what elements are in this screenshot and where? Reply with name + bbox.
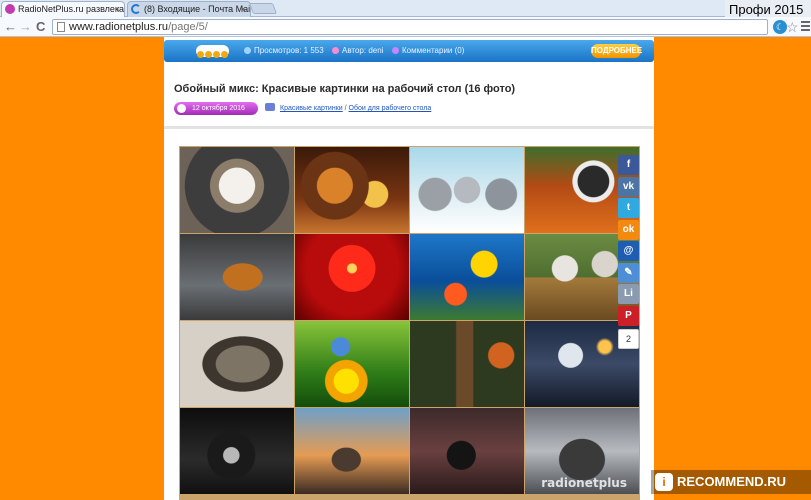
dachshund-puppy-image xyxy=(180,234,294,320)
tab-close-icon[interactable]: × xyxy=(241,2,246,16)
tab-radionetplus[interactable]: RadioNetPlus.ru развлекат × xyxy=(1,1,125,17)
pinterest-share-icon[interactable]: P xyxy=(618,305,639,326)
vkontakte-share-icon[interactable]: vk xyxy=(618,176,639,197)
more-button[interactable]: ПОДРОБНЕЕ xyxy=(591,44,642,58)
tab-label: RadioNetPlus.ru развлекат xyxy=(18,4,125,14)
odnoklassniki-share-icon[interactable]: ok xyxy=(618,219,639,240)
divider xyxy=(164,126,654,129)
facebook-share-icon[interactable]: f xyxy=(618,155,639,175)
beer-barrel-image xyxy=(295,147,409,233)
site-watermark: radionetplus xyxy=(541,476,627,490)
liveinternet-share-icon[interactable]: Li xyxy=(618,284,639,304)
forward-arrow-icon[interactable]: → xyxy=(19,19,32,35)
new-tab-button[interactable] xyxy=(248,3,278,14)
wallpaper-collage[interactable]: radionetplus xyxy=(179,146,640,500)
recommend-badge: i RECOMMEND.RU xyxy=(651,470,811,494)
tab-label: (8) Входящие - Почта Mail. xyxy=(144,4,251,14)
tab-mail-inbox[interactable]: (8) Входящие - Почта Mail. × xyxy=(127,1,251,17)
views-count: Просмотров: 1 553 xyxy=(244,45,324,57)
rating-stars[interactable] xyxy=(196,45,229,58)
butterfly-flower-image xyxy=(295,321,409,407)
bookmark-star-icon[interactable]: ☆ xyxy=(786,19,799,36)
reload-icon[interactable]: C xyxy=(36,19,45,35)
page-icon xyxy=(57,22,65,32)
comments-link[interactable]: Комментарии (0) xyxy=(392,45,464,57)
url-path: /page/5/ xyxy=(168,21,208,33)
red-abstract-image xyxy=(295,234,409,320)
post-info-bar: Просмотров: 1 553 Автор: deni Комментари… xyxy=(164,40,654,62)
squirrel-image xyxy=(410,321,524,407)
user-icon xyxy=(332,47,339,54)
browser-nav-bar: ← → C www.radionetplus.ru/page/5/ ☾ xyxy=(0,17,811,37)
post-author: Автор: deni xyxy=(332,45,383,57)
kittens-image xyxy=(410,147,524,233)
black-kitten-image xyxy=(410,408,524,494)
twitter-share-icon[interactable]: t xyxy=(618,198,639,218)
browser-tab-bar: RadioNetPlus.ru развлекат × (8) Входящие… xyxy=(0,0,811,17)
loading-spinner-icon xyxy=(131,4,141,14)
eye-icon xyxy=(244,47,251,54)
comment-icon xyxy=(392,47,399,54)
livejournal-share-icon[interactable]: ✎ xyxy=(618,262,639,283)
browser-menu-icon[interactable] xyxy=(801,21,810,33)
monster-truck-image: radionetplus xyxy=(525,408,639,494)
category-link-wallpapers[interactable]: Обои для рабочего стола xyxy=(349,105,432,112)
recommend-logo-icon: i xyxy=(655,473,673,491)
mail-share-icon[interactable]: @ xyxy=(618,241,639,261)
post-categories: Красивые картинки / Обои для рабочего ст… xyxy=(265,103,431,115)
great-dane-image xyxy=(180,321,294,407)
category-link-beautiful-pictures[interactable]: Красивые картинки xyxy=(280,105,343,112)
extension-icon[interactable]: ☾ xyxy=(773,20,787,34)
share-count: 2 xyxy=(618,328,639,349)
radionetplus-favicon-icon xyxy=(5,4,15,14)
wristwatch-image xyxy=(180,408,294,494)
tropical-fish-image xyxy=(410,234,524,320)
share-sidebar: f vk t ok @ ✎ Li P 2 xyxy=(618,155,639,349)
post-date: 12 октября 2016 xyxy=(174,102,258,115)
page-content: Просмотров: 1 553 Автор: deni Комментари… xyxy=(164,37,654,500)
url-host: www.radionetplus.ru xyxy=(69,21,169,33)
husky-puppy-image xyxy=(180,147,294,233)
clock-icon xyxy=(177,104,186,113)
post-title[interactable]: Обойный микс: Красивые картинки на рабоч… xyxy=(174,83,515,95)
folder-icon xyxy=(265,103,275,111)
movie-poster-image xyxy=(295,408,409,494)
address-bar[interactable]: www.radionetplus.ru/page/5/ xyxy=(52,19,768,35)
back-arrow-icon[interactable]: ← xyxy=(4,19,17,35)
tab-close-icon[interactable]: × xyxy=(115,2,120,16)
